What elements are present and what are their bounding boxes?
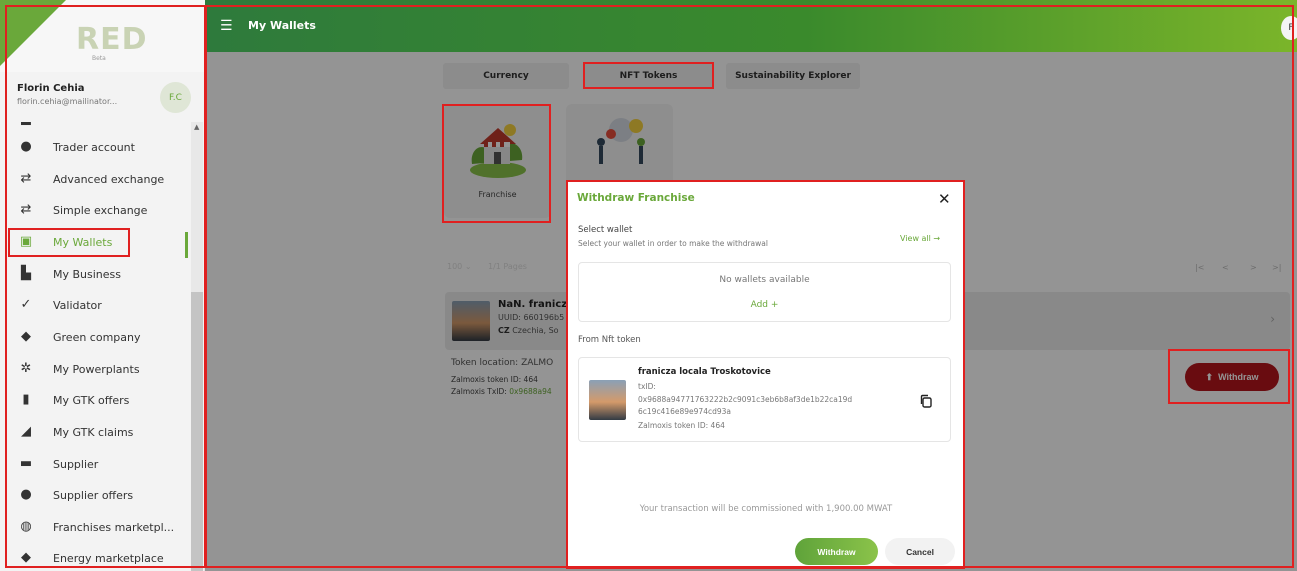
logo-triangle [0, 0, 66, 66]
sidebar-item-energy-marketplace[interactable]: ◆ Energy marketplace [0, 543, 190, 571]
modal-title: Withdraw Franchise [577, 192, 695, 204]
sidebar-item-label: Supplier [53, 457, 99, 471]
no-wallets-message: No wallets available [719, 275, 810, 285]
page-title: My Wallets [248, 19, 316, 32]
projects-icon: ▬ [19, 122, 33, 130]
from-token-label: From Nft token [578, 335, 641, 345]
withdraw-franchise-modal: Withdraw Franchise ✕ Select wallet Selec… [568, 181, 964, 568]
sidebar-item-label: Validator [53, 298, 102, 312]
user-name: Florin Cehia [17, 83, 85, 94]
txid-label: txID: [638, 382, 656, 391]
sidebar-item-trader-account[interactable]: ● Trader account [0, 132, 190, 162]
trader-icon: ● [20, 139, 32, 154]
wallet-icon: ▣ [19, 234, 33, 249]
top-bar: ☰ My Wallets F [205, 0, 1297, 52]
top-avatar[interactable]: F [1281, 16, 1297, 40]
exchange-icon: ⇄ [20, 171, 32, 186]
business-icon: ▙ [21, 266, 31, 281]
close-icon[interactable]: ✕ [938, 190, 951, 208]
truck-icon: ▬ [19, 456, 33, 471]
copy-icon[interactable] [919, 394, 933, 408]
active-indicator [185, 232, 188, 258]
commission-notice: Your transaction will be commissioned wi… [639, 504, 893, 514]
select-wallet-title: Select wallet [578, 225, 633, 235]
powerplant-icon: ✲ [20, 361, 32, 376]
sidebar-item-advanced-exchange[interactable]: ⇄ Advanced exchange [0, 164, 190, 194]
wallet-selector: No wallets available Add + [578, 262, 951, 322]
sidebar-item-label: Simple exchange [53, 203, 148, 217]
sidebar-item-my-business[interactable]: ▙ My Business [0, 259, 190, 289]
sidebar-scrollbar-thumb[interactable] [191, 292, 203, 571]
sidebar-item-my-powerplants[interactable]: ✲ My Powerplants [0, 354, 190, 384]
logo[interactable]: RED [76, 22, 148, 57]
sidebar-item-validator[interactable]: ✓ Validator [0, 290, 190, 320]
sidebar-item-label: My Business [53, 267, 122, 281]
sidebar-item-label: Green company [53, 330, 141, 344]
view-all-link[interactable]: View all → [900, 234, 940, 243]
sidebar-menu: ▬ ● Trader account ⇄ Advanced exchange ⇄… [0, 122, 190, 571]
hamburger-menu-icon[interactable]: ☰ [220, 18, 233, 34]
sidebar: RED Beta Florin Cehia florin.cehia@maili… [0, 0, 205, 571]
supplier-offers-icon: ● [20, 487, 32, 502]
sidebar-item-label: Supplier offers [53, 488, 134, 502]
txid-value-line2: 6c19c416e89e974cd93a [638, 407, 731, 416]
sidebar-item-label: Trader account [53, 140, 135, 154]
token-thumbnail [589, 380, 626, 420]
selected-token-card: franicza locala Troskotovice txID: 0x968… [578, 357, 951, 442]
sidebar-item-my-wallets[interactable]: ▣ My Wallets [0, 227, 190, 257]
claims-icon: ◢ [21, 424, 31, 439]
sidebar-item-label: My GTK offers [53, 393, 130, 407]
sidebar-item-label: My Powerplants [53, 362, 140, 376]
txid-value-line1: 0x9688a94771763222b2c9091c3eb6b8af3de1b2… [638, 395, 853, 404]
sidebar-item-label: My GTK claims [53, 425, 134, 439]
sidebar-item-simple-exchange[interactable]: ⇄ Simple exchange [0, 195, 190, 225]
scroll-up-icon[interactable]: ▲ [194, 123, 199, 131]
confirm-withdraw-button[interactable]: Withdraw [795, 538, 878, 565]
cancel-button[interactable]: Cancel [885, 538, 955, 565]
marketplace-icon: ◆ [21, 550, 31, 565]
sidebar-item-my-gtk-offers[interactable]: ▮ My GTK offers [0, 385, 190, 415]
offers-icon: ▮ [22, 392, 30, 407]
logo-beta-label: Beta [92, 55, 106, 62]
zalmoxis-token-id: Zalmoxis token ID: 464 [638, 421, 725, 430]
validator-icon: ✓ [20, 297, 32, 312]
sidebar-item-franchises-marketplace[interactable]: ◍ Franchises marketpl... [0, 512, 190, 542]
select-wallet-subtitle: Select your wallet in order to make the … [578, 239, 768, 248]
user-profile[interactable]: Florin Cehia florin.cehia@mailinator... … [0, 72, 205, 122]
sidebar-item-supplier[interactable]: ▬ Supplier [0, 449, 190, 479]
add-wallet-button[interactable]: Add + [579, 300, 950, 310]
avatar[interactable]: F.C [160, 82, 191, 113]
sidebar-item-projects-partial[interactable]: ▬ [0, 122, 190, 130]
sidebar-item-label: Franchises marketpl... [53, 520, 175, 534]
sidebar-item-label: My Wallets [53, 235, 113, 249]
sidebar-item-label: Advanced exchange [53, 172, 165, 186]
sidebar-item-green-company[interactable]: ◆ Green company [0, 322, 190, 352]
user-email: florin.cehia@mailinator... [17, 97, 118, 106]
company-icon: ◆ [21, 329, 31, 344]
token-name: franicza locala Troskotovice [638, 367, 771, 377]
globe-icon: ◍ [20, 519, 32, 534]
sidebar-item-my-gtk-claims[interactable]: ◢ My GTK claims [0, 417, 190, 447]
exchange-icon: ⇄ [20, 202, 32, 217]
logo-area: RED Beta [0, 0, 205, 72]
sidebar-item-label: Energy marketplace [53, 551, 164, 565]
sidebar-item-supplier-offers[interactable]: ● Supplier offers [0, 480, 190, 510]
